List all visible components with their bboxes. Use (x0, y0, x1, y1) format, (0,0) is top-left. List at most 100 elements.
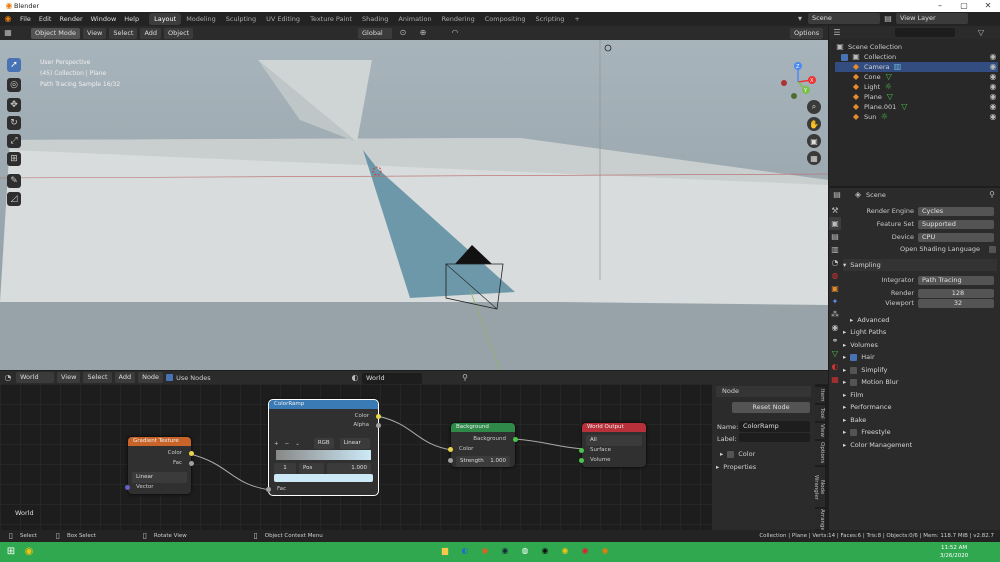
node-editor-type-icon[interactable]: ◔ (3, 373, 13, 383)
close-button[interactable]: ✕ (976, 0, 1000, 12)
color-management-section[interactable]: ▸ Color Management (843, 439, 912, 451)
outliner-row-collection[interactable]: ▣ Collection ◉ (835, 52, 998, 62)
tab-layout[interactable]: Layout (149, 13, 182, 25)
node-menu-select[interactable]: Select (83, 372, 112, 383)
visibility-eye-icon[interactable]: ◉ (988, 62, 998, 72)
texture-tab-icon[interactable]: ▦ (829, 373, 841, 386)
rotate-tool-button[interactable]: ↻ (7, 116, 21, 130)
node-editor-canvas[interactable]: Gradient Texture Color Fac Linear Vector… (0, 384, 712, 530)
view-layer-tab-icon[interactable]: ▥ (829, 243, 841, 256)
gradient-vector-socket[interactable] (125, 485, 130, 490)
editor-type-icon[interactable]: ▦ (3, 28, 13, 38)
line-icon[interactable]: ◍ (520, 546, 530, 556)
performance-section[interactable]: ▸ Performance (843, 401, 891, 413)
physics-tab-icon[interactable]: ◉ (829, 321, 841, 334)
node-color-checkbox[interactable] (727, 450, 735, 458)
colorramp-fac-socket[interactable] (266, 487, 271, 492)
add-stop-button[interactable]: + (274, 441, 279, 447)
gradient-type-dropdown[interactable]: Linear (132, 472, 187, 483)
simplify-checkbox[interactable] (850, 366, 858, 374)
color-ramp-gradient[interactable] (276, 450, 371, 460)
steam-icon[interactable]: ◉ (500, 546, 510, 556)
world-name-field[interactable]: World (362, 373, 422, 384)
visibility-eye-icon[interactable]: ◉ (988, 82, 998, 92)
perspective-toggle-icon[interactable]: ▦ (807, 151, 821, 165)
output-surface-socket[interactable] (579, 448, 584, 453)
properties-pin-icon[interactable]: ⚲ (987, 190, 997, 200)
system-clock[interactable]: 11:52 AM 3/26/2020 (940, 544, 968, 560)
spotify-icon[interactable]: ◉ (540, 546, 550, 556)
background-out-socket[interactable] (513, 437, 518, 442)
stop-color-swatch[interactable] (274, 474, 373, 482)
select-tool-button[interactable]: ➚ (7, 58, 21, 72)
axis-gizmo[interactable]: X Z Y (778, 62, 818, 102)
blender-taskbar-icon[interactable]: ◉ (600, 546, 610, 556)
freestyle-section[interactable]: ▸ Freestyle (843, 426, 891, 438)
outliner-search-field[interactable] (895, 28, 955, 37)
gradient-texture-node[interactable]: Gradient Texture Color Fac Linear Vector (125, 437, 194, 494)
device-dropdown[interactable]: CPU (918, 232, 994, 242)
motion-blur-section[interactable]: ▸ Motion Blur (843, 376, 898, 388)
node-panel-header[interactable]: Node (716, 386, 811, 397)
pin-icon[interactable]: ⚲ (460, 373, 470, 383)
gradient-fac-socket[interactable] (189, 461, 194, 466)
outliner-row-scene-collection[interactable]: ▣ Scene Collection (835, 42, 998, 52)
tab-tool[interactable]: Tool (815, 405, 825, 421)
outliner-row-camera[interactable]: ◆ Camera ▥ ◉ (835, 62, 998, 72)
transform-tool-button[interactable]: ⊞ (7, 152, 21, 166)
scene-selector[interactable]: Scene (808, 13, 880, 24)
menu-file[interactable]: File (16, 15, 35, 23)
file-explorer-icon[interactable]: ▆ (440, 546, 450, 556)
advanced-section[interactable]: ▸ Advanced (850, 314, 889, 326)
osl-checkbox[interactable] (989, 245, 996, 253)
properties-type-icon[interactable]: ▤ (832, 190, 842, 200)
filter-icon[interactable]: ▽ (976, 28, 986, 38)
remove-stop-button[interactable]: − (285, 441, 290, 447)
tab-texture-paint[interactable]: Texture Paint (305, 13, 357, 25)
menu-select[interactable]: Select (109, 27, 138, 39)
visibility-eye-icon[interactable]: ◉ (988, 92, 998, 102)
viewport-samples-field[interactable]: 32 (918, 298, 994, 308)
object-mode-dropdown[interactable]: Object Mode (31, 27, 80, 39)
node-menu-node[interactable]: Node (138, 372, 164, 383)
tab-animation[interactable]: Animation (393, 13, 436, 25)
menu-view[interactable]: View (82, 27, 107, 39)
node-menu-add[interactable]: Add (114, 372, 136, 383)
chrome-alt-icon[interactable]: ◉ (580, 546, 590, 556)
orientation-dropdown[interactable]: Global (358, 28, 392, 39)
visibility-eye-icon[interactable]: ◉ (988, 112, 998, 122)
tab-modeling[interactable]: Modeling (181, 13, 221, 25)
hair-section[interactable]: ▸ Hair (843, 351, 875, 363)
particles-tab-icon[interactable]: ⁂ (829, 308, 841, 321)
visibility-eye-icon[interactable]: ◉ (988, 72, 998, 82)
shader-type-dropdown[interactable]: World (16, 372, 54, 383)
output-volume-socket[interactable] (579, 458, 584, 463)
tab-shading[interactable]: Shading (357, 13, 393, 25)
volumes-section[interactable]: ▸ Volumes (843, 339, 878, 351)
view-layer-selector[interactable]: View Layer (896, 13, 968, 24)
outliner-type-icon[interactable]: ☰ (832, 28, 842, 38)
tab-item[interactable]: Item (815, 387, 825, 403)
visibility-eye-icon[interactable]: ◉ (988, 102, 998, 112)
menu-edit[interactable]: Edit (35, 15, 56, 23)
constraints-tab-icon[interactable]: ⚭ (829, 334, 841, 347)
menu-render[interactable]: Render (55, 15, 86, 23)
chrome-pinned-icon[interactable]: ◉ (24, 547, 34, 557)
light-paths-section[interactable]: ▸ Light Paths (843, 326, 886, 338)
proportional-icon[interactable]: ◠ (450, 28, 460, 38)
tab-compositing[interactable]: Compositing (480, 13, 531, 25)
integrator-dropdown[interactable]: Path Tracing (918, 275, 994, 285)
background-node[interactable]: Background Background Color Strength 1.0… (448, 423, 518, 467)
move-tool-button[interactable]: ✥ (7, 98, 21, 112)
outliner-row-light[interactable]: ◆ Light ☼ ◉ (835, 82, 998, 92)
tab-node-wrangler[interactable]: Node Wrangler (813, 467, 825, 507)
tab-view[interactable]: View (815, 423, 825, 439)
use-nodes-checkbox[interactable] (166, 374, 174, 381)
gradient-color-socket[interactable] (189, 451, 194, 456)
snap-icon[interactable]: ⊕ (418, 28, 428, 38)
tab-scripting[interactable]: Scripting (531, 13, 570, 25)
menu-window[interactable]: Window (87, 15, 121, 23)
tab-rendering[interactable]: Rendering (437, 13, 480, 25)
chrome-icon[interactable]: ◉ (560, 546, 570, 556)
menu-object[interactable]: Object (164, 27, 194, 39)
